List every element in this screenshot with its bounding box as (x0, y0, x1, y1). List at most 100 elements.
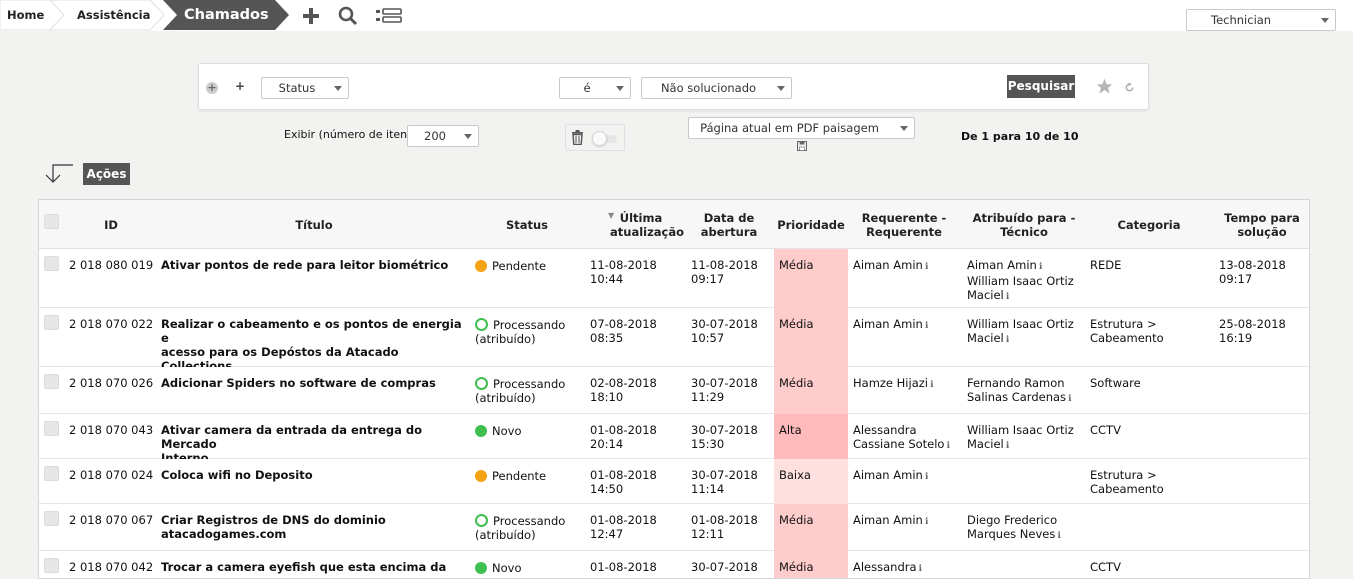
table-row[interactable]: 2 018 070 042 Trocar a camera eyefish que… (39, 551, 1309, 578)
ticket-title-link[interactable]: Adicionar Spiders no software de compras (161, 376, 471, 390)
display-count-select[interactable]: 200 (407, 125, 479, 147)
cell-line: CCTV (1090, 423, 1208, 437)
column-header-atribuido[interactable]: Atribuído para - Técnico (964, 200, 1084, 249)
row-checkbox[interactable] (44, 315, 59, 330)
search-value-text: Não solucionado (660, 81, 757, 95)
row-checkbox[interactable] (44, 374, 59, 389)
category: CCTV (1090, 560, 1208, 574)
last-update: 01-08-2018 20:14 (590, 423, 657, 451)
search-field-select[interactable]: Status (261, 77, 349, 99)
info-icon[interactable]: ℹ (925, 262, 928, 272)
add-criteria-group-icon[interactable]: + (206, 82, 218, 94)
column-header-prioridade[interactable]: Prioridade (774, 200, 848, 249)
time-to-solve: 13-08-2018 09:17 (1219, 258, 1286, 286)
cell-line: 12:11 (691, 527, 758, 541)
table-row[interactable]: 2 018 070 067 Criar Registros de DNS do d… (39, 504, 1309, 551)
column-header-requerente[interactable]: Requerente - Requerente (854, 200, 954, 249)
search-operator-select[interactable]: é (559, 77, 631, 99)
cell-line: Maciel ℹ (967, 437, 1085, 453)
ticket-title-link[interactable]: Trocar a camera eyefish que esta encima … (161, 560, 471, 574)
add-criteria-icon[interactable]: + (234, 80, 246, 93)
cell-text: Maciel (967, 437, 1004, 451)
actions-button[interactable]: Ações (83, 163, 130, 185)
cell-text: 15:30 (691, 437, 725, 451)
row-checkbox[interactable] (44, 511, 59, 526)
info-icon[interactable]: ℹ (946, 441, 949, 451)
info-icon[interactable]: ℹ (1006, 335, 1009, 345)
info-icon[interactable]: ℹ (1006, 441, 1009, 451)
status-pending-icon (475, 470, 487, 482)
info-icon[interactable]: ℹ (925, 472, 928, 482)
list-view-icon[interactable] (375, 5, 402, 27)
ticket-title-link[interactable]: Realizar o cabeamento e os pontos de ene… (161, 317, 471, 373)
info-icon[interactable]: ℹ (1006, 292, 1009, 302)
cell-line: Novo (475, 424, 585, 438)
table-row[interactable]: 2 018 080 019 Ativar pontos de rede para … (39, 249, 1309, 308)
row-checkbox[interactable] (44, 256, 59, 271)
trash-icon[interactable] (571, 130, 584, 145)
row-checkbox[interactable] (44, 421, 59, 436)
info-icon[interactable]: ℹ (919, 564, 922, 574)
info-icon[interactable]: ℹ (1068, 394, 1071, 404)
column-header-tempo[interactable]: Tempo para solução (1214, 200, 1309, 249)
cell-line: William Isaac Ortiz (967, 423, 1085, 437)
info-icon[interactable]: ℹ (925, 517, 928, 527)
ticket-title-link[interactable]: Ativar pontos de rede para leitor biomét… (161, 258, 471, 272)
category: Software (1090, 376, 1208, 390)
reset-icon[interactable] (1124, 82, 1135, 93)
search-value-select[interactable]: Não solucionado (641, 77, 792, 99)
tickets-table: ID Título Status ▼ Última atualização Da… (38, 199, 1310, 579)
ticket-status: Processando (atribuído) (475, 317, 585, 346)
cell-line: Pendente (475, 469, 585, 483)
column-header-abertura-label: Data de abertura (700, 210, 758, 239)
profile-select[interactable]: Technician (1186, 9, 1336, 31)
info-icon[interactable]: ℹ (1039, 262, 1042, 272)
column-header-status[interactable]: Status (469, 200, 585, 249)
add-icon[interactable] (300, 5, 322, 27)
cell-text: Aiman Amin (853, 317, 923, 331)
column-header-categoria[interactable]: Categoria (1089, 200, 1209, 249)
column-header-ultima[interactable]: ▼ Última atualização (591, 200, 684, 249)
requester: Hamze Hijazi ℹ (853, 376, 963, 392)
cell-text: Aiman Amin (967, 258, 1037, 272)
row-checkbox[interactable] (44, 558, 59, 573)
cell-text: William Isaac Ortiz (967, 423, 1074, 437)
table-row[interactable]: 2 018 070 043 Ativar camera da entrada da… (39, 414, 1309, 465)
info-icon[interactable]: ℹ (930, 380, 933, 390)
column-header-requerente-label: Requerente - Requerente (861, 210, 947, 239)
cell-line: 02-08-2018 (590, 376, 657, 390)
export-format-select[interactable]: Página atual em PDF paisagem (688, 117, 915, 139)
column-header-abertura[interactable]: Data de abertura (689, 200, 769, 249)
search-button[interactable]: Pesquisar (1007, 75, 1075, 98)
breadcrumb-assistencia[interactable]: Assistência (77, 0, 150, 30)
breadcrumb-home[interactable]: Home (7, 0, 44, 30)
status-label: Processando (493, 318, 566, 332)
row-checkbox[interactable] (44, 466, 59, 481)
cell-text: Hamze Hijazi (853, 376, 928, 390)
status-processing-icon (475, 318, 488, 331)
chevron-down-icon (777, 86, 785, 91)
column-header-id[interactable]: ID (69, 200, 153, 249)
ticket-title-link[interactable]: Criar Registros de DNS do dominio atacado… (161, 513, 471, 541)
ticket-title-link[interactable]: Coloca wifi no Deposito (161, 468, 471, 482)
info-icon[interactable]: ℹ (925, 321, 928, 331)
cell-line: Estrutura > (1090, 468, 1208, 482)
cell-text: 30-07-2018 (691, 317, 758, 331)
star-icon[interactable] (1096, 78, 1113, 95)
table-row[interactable]: 2 018 070 022 Realizar o cabeamento e os … (39, 308, 1309, 373)
cell-text: 14:50 (590, 482, 624, 496)
save-icon[interactable] (797, 141, 807, 151)
opening-date: 11-08-2018 09:17 (691, 258, 758, 286)
info-icon[interactable]: ℹ (1057, 531, 1060, 541)
cell-text: Ativar pontos de rede para leitor biomét… (161, 258, 449, 272)
status-label: Processando (493, 377, 566, 391)
search-icon[interactable] (337, 5, 359, 27)
breadcrumb-chamados[interactable]: Chamados (184, 0, 269, 30)
table-row[interactable]: 2 018 070 024 Coloca wifi no Deposito Pend… (39, 459, 1309, 504)
table-row[interactable]: 2 018 070 026 Adicionar Spiders no softwa… (39, 367, 1309, 414)
opening-date: 30-07-2018 10:57 (691, 317, 758, 345)
cell-text: 09:17 (691, 272, 725, 286)
column-header-titulo[interactable]: Título (159, 200, 469, 249)
select-all-checkbox[interactable] (44, 214, 59, 229)
trash-toggle-knob[interactable] (592, 131, 607, 146)
